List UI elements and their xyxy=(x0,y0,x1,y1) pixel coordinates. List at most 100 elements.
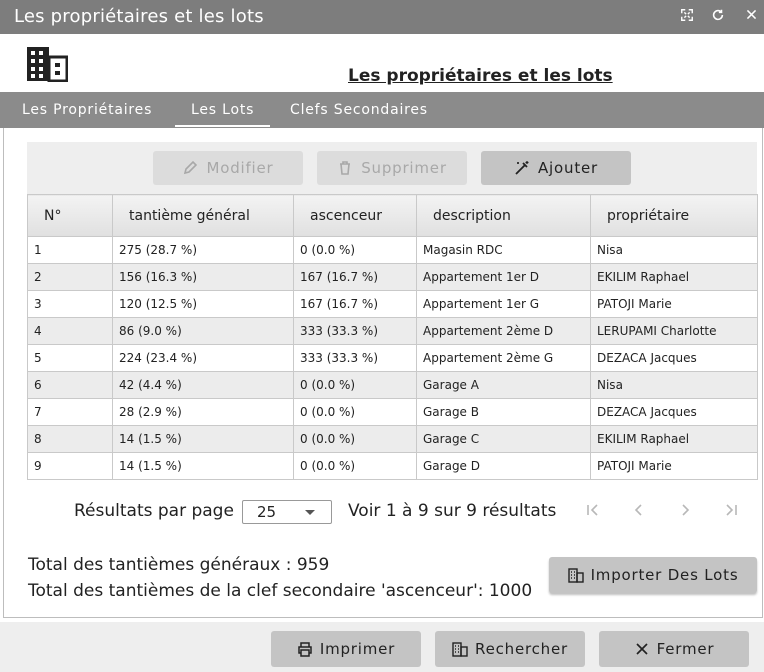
table-cell: 156 (16.3 %) xyxy=(112,263,294,291)
printer-icon xyxy=(298,642,312,657)
table-cell: 0 (0.0 %) xyxy=(293,452,417,480)
table-row[interactable]: 3 120 (12.5 %) 167 (16.7 %) Appartement 1er… xyxy=(27,290,758,318)
table-cell: Appartement 1er D xyxy=(416,263,591,291)
column-header-ascenceur[interactable]: ascenceur xyxy=(293,194,417,237)
table-cell: 120 (12.5 %) xyxy=(112,290,294,318)
table-cell: 167 (16.7 %) xyxy=(293,263,417,291)
table-cell: PATOJI Marie xyxy=(590,452,758,480)
results-info: Voir 1 à 9 sur 9 résultats xyxy=(348,501,557,521)
window-titlebar: Les propriétaires et les lots xyxy=(0,0,764,34)
refresh-icon[interactable] xyxy=(710,8,726,24)
table-cell: 28 (2.9 %) xyxy=(112,398,294,426)
table-cell: Garage B xyxy=(416,398,591,426)
table-cell: Magasin RDC xyxy=(416,236,591,264)
close-label: Fermer xyxy=(656,640,715,658)
fullscreen-icon[interactable] xyxy=(679,8,695,24)
search-label: Rechercher xyxy=(475,640,568,658)
building-icon xyxy=(452,642,468,657)
table-cell: DEZACA Jacques xyxy=(590,344,758,372)
column-header-tantieme[interactable]: tantième général xyxy=(112,194,294,237)
table-cell: Nisa xyxy=(590,371,758,399)
table-cell: 2 xyxy=(27,263,113,291)
close-icon xyxy=(636,643,648,655)
import-lots-label: Importer Des Lots xyxy=(590,566,739,584)
table-cell: EKILIM Raphael xyxy=(590,425,758,453)
previous-page-icon[interactable] xyxy=(629,502,649,522)
table-cell: LERUPAMI Charlotte xyxy=(590,317,758,345)
close-button[interactable]: Fermer xyxy=(599,631,749,667)
add-button[interactable]: Ajouter xyxy=(481,151,631,185)
total-secondary: Total des tantièmes de la clef secondair… xyxy=(28,581,533,601)
table-cell: 167 (16.7 %) xyxy=(293,290,417,318)
table-cell: 7 xyxy=(27,398,113,426)
tab-lots[interactable]: Les Lots xyxy=(174,92,271,128)
table-cell: 14 (1.5 %) xyxy=(112,425,294,453)
modify-button[interactable]: Modifier xyxy=(153,151,303,185)
table-cell: 1 xyxy=(27,236,113,264)
table-row[interactable]: 5 224 (23.4 %) 333 (33.3 %) Appartement 2èm… xyxy=(27,344,758,372)
table-cell: Garage C xyxy=(416,425,591,453)
page-size-value: 25 xyxy=(257,503,277,521)
table-cell: Garage A xyxy=(416,371,591,399)
table-cell: 0 (0.0 %) xyxy=(293,236,417,264)
first-page-icon[interactable] xyxy=(583,502,603,522)
tab-clefs-secondaires[interactable]: Clefs Secondaires xyxy=(290,92,428,128)
building-icon xyxy=(567,568,584,583)
table-cell: 275 (28.7 %) xyxy=(112,236,294,264)
table-cell: 0 (0.0 %) xyxy=(293,371,417,399)
column-header-numero[interactable]: N° xyxy=(27,194,113,237)
total-general: Total des tantièmes généraux : 959 xyxy=(28,555,330,575)
table-row[interactable]: 2 156 (16.3 %) 167 (16.7 %) Appartement 1er… xyxy=(27,263,758,291)
last-page-icon[interactable] xyxy=(721,502,741,522)
chevron-down-icon xyxy=(305,510,315,515)
table-cell: Appartement 2ème D xyxy=(416,317,591,345)
table-cell: Appartement 1er G xyxy=(416,290,591,318)
add-label: Ajouter xyxy=(538,159,598,177)
table-cell: EKILIM Raphael xyxy=(590,263,758,291)
table-cell: 4 xyxy=(27,317,113,345)
table-row[interactable]: 9 14 (1.5 %) 0 (0.0 %) Garage D PATOJI Marie xyxy=(27,452,758,480)
table-cell: 9 xyxy=(27,452,113,480)
table-cell: 42 (4.4 %) xyxy=(112,371,294,399)
next-page-icon[interactable] xyxy=(675,502,695,522)
table-row[interactable]: 7 28 (2.9 %) 0 (0.0 %) Garage B DEZACA Jacqu… xyxy=(27,398,758,426)
table-cell: 86 (9.0 %) xyxy=(112,317,294,345)
table-cell: 5 xyxy=(27,344,113,372)
totals-block: Total des tantièmes généraux : 959 Total… xyxy=(28,552,532,604)
table-row[interactable]: 1 275 (28.7 %) 0 (0.0 %) Magasin RDC Nisa xyxy=(27,236,758,264)
table-row[interactable]: 4 86 (9.0 %) 333 (33.3 %) Appartement 2ème … xyxy=(27,317,758,345)
toolbar: Modifier Supprimer Ajouter xyxy=(27,142,757,194)
table-cell: Appartement 2ème G xyxy=(416,344,591,372)
table-cell: 8 xyxy=(27,425,113,453)
table-row[interactable]: 8 14 (1.5 %) 0 (0.0 %) Garage C EKILIM Rapha… xyxy=(27,425,758,453)
table-cell: 333 (33.3 %) xyxy=(293,317,417,345)
table-cell: 14 (1.5 %) xyxy=(112,452,294,480)
table-cell: 224 (23.4 %) xyxy=(112,344,294,372)
table-cell: PATOJI Marie xyxy=(590,290,758,318)
close-icon[interactable] xyxy=(743,8,759,24)
delete-button[interactable]: Supprimer xyxy=(317,151,467,185)
import-lots-button[interactable]: Importer Des Lots xyxy=(549,557,757,593)
window-title: Les propriétaires et les lots xyxy=(14,6,264,27)
search-button[interactable]: Rechercher xyxy=(435,631,585,667)
table-row[interactable]: 6 42 (4.4 %) 0 (0.0 %) Garage A Nisa xyxy=(27,371,758,399)
table-cell: 6 xyxy=(27,371,113,399)
table-cell: Nisa xyxy=(590,236,758,264)
tab-proprietaires[interactable]: Les Propriétaires xyxy=(22,92,152,128)
table-cell: 3 xyxy=(27,290,113,318)
page-size-select[interactable]: 25 xyxy=(242,500,332,524)
table-cell: 0 (0.0 %) xyxy=(293,425,417,453)
dialog-footer: Imprimer Rechercher Fermer xyxy=(0,622,764,672)
table-header-row: N° tantième général ascenceur descriptio… xyxy=(27,194,758,237)
trash-icon xyxy=(340,161,351,175)
table-cell: Garage D xyxy=(416,452,591,480)
print-label: Imprimer xyxy=(319,640,396,658)
magic-wand-icon xyxy=(515,161,529,175)
column-header-description[interactable]: description xyxy=(416,194,591,237)
modify-label: Modifier xyxy=(206,159,274,177)
column-header-proprietaire[interactable]: propriétaire xyxy=(590,194,758,237)
print-button[interactable]: Imprimer xyxy=(271,631,421,667)
page-size-label: Résultats par page xyxy=(74,501,234,521)
tab-bar: Les Propriétaires Les Lots Clefs Seconda… xyxy=(0,92,764,128)
table-cell: 333 (33.3 %) xyxy=(293,344,417,372)
